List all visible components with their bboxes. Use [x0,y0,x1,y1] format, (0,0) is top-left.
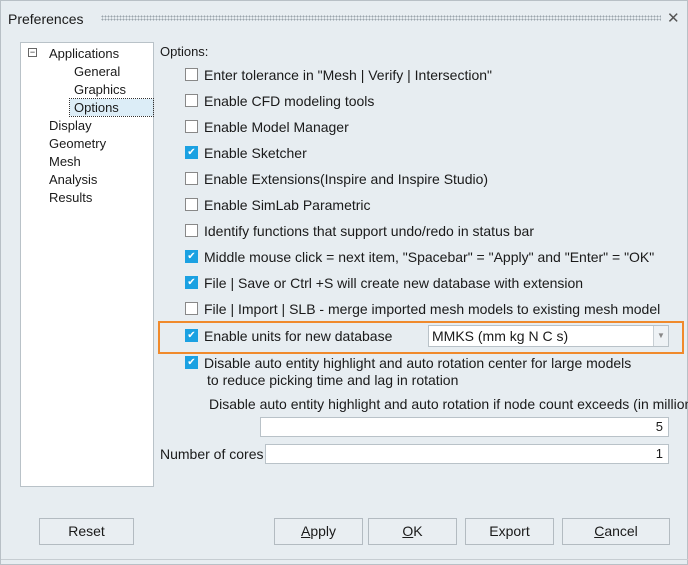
option-checkbox[interactable] [185,198,198,211]
tree-item-options[interactable]: Options [69,98,154,117]
cancel-label: ancel [604,523,638,539]
tree-item-graphics[interactable]: Graphics [74,81,126,98]
tree-item-analysis[interactable]: Analysis [49,171,97,188]
option-checkbox[interactable]: ✔ [185,250,198,263]
reset-button[interactable]: Reset [39,518,134,545]
option-checkbox[interactable] [185,224,198,237]
option-checkbox[interactable]: ✔ [185,146,198,159]
dialog-title: Preferences [8,11,84,27]
option-checkbox[interactable] [185,68,198,81]
units-dropdown[interactable]: MMKS (mm kg N C s) ▼ [428,325,669,347]
tree-item-display[interactable]: Display [49,117,92,134]
tree-item-geometry[interactable]: Geometry [49,135,106,152]
export-button[interactable]: Export [465,518,554,545]
ok-button[interactable]: OK [368,518,457,545]
bottom-divider [1,559,688,560]
close-icon[interactable]: ✕ [667,9,680,27]
option-label: Enable SimLab Parametric [204,197,371,213]
units-label: Enable units for new database [204,328,393,344]
option-label: Enable Extensions(Inspire and Inspire St… [204,171,489,187]
option-checkbox[interactable] [185,120,198,133]
category-tree[interactable]: − Applications General Graphics Options … [20,42,154,487]
option-label: Enable Sketcher [204,145,307,161]
ok-mnemonic: O [402,523,414,539]
option-label: Identify functions that support undo/red… [204,223,534,239]
tree-item-general[interactable]: General [74,63,120,80]
ok-label: K [413,523,423,539]
option-label: Middle mouse click = next item, "Spaceba… [204,249,655,265]
option-label: File | Save or Ctrl +S will create new d… [204,275,584,291]
chevron-down-icon[interactable]: ▼ [653,326,668,346]
units-checkbox[interactable]: ✔ [185,329,198,342]
apply-button[interactable]: Apply [274,518,363,545]
option-label: Enable CFD modeling tools [204,93,375,109]
option-label: Enter tolerance in "Mesh | Verify | Inte… [204,67,493,83]
option-checkbox[interactable] [185,302,198,315]
tree-item-applications[interactable]: Applications [49,45,119,62]
option-checkbox[interactable]: ✔ [185,276,198,289]
collapse-icon[interactable]: − [28,48,37,57]
preferences-dialog: Preferences ✕ − Applications General Gra… [0,0,688,565]
tree-item-results[interactable]: Results [49,189,92,206]
units-value: MMKS (mm kg N C s) [432,328,569,344]
node-count-label: Disable auto entity highlight and auto r… [209,396,688,412]
cancel-mnemonic: C [594,523,605,539]
disable-highlight-label-2: to reduce picking time and lag in rotati… [207,372,459,388]
option-label: Enable Model Manager [204,119,349,135]
option-label: File | Import | SLB - merge imported mes… [204,301,661,317]
node-count-input[interactable]: 5 [260,417,669,437]
tree-item-mesh[interactable]: Mesh [49,153,81,170]
title-drag-handle[interactable] [101,15,661,21]
option-checkbox[interactable] [185,172,198,185]
disable-highlight-checkbox[interactable]: ✔ [185,356,198,369]
cores-label: Number of cores [160,446,264,462]
apply-mnemonic: A [300,523,311,539]
option-checkbox[interactable] [185,94,198,107]
cancel-button[interactable]: Cancel [562,518,670,545]
disable-highlight-label-1: Disable auto entity highlight and auto r… [204,355,632,371]
apply-label: pply [310,523,337,539]
cores-input[interactable]: 1 [265,444,669,464]
options-heading: Options: [160,44,209,59]
